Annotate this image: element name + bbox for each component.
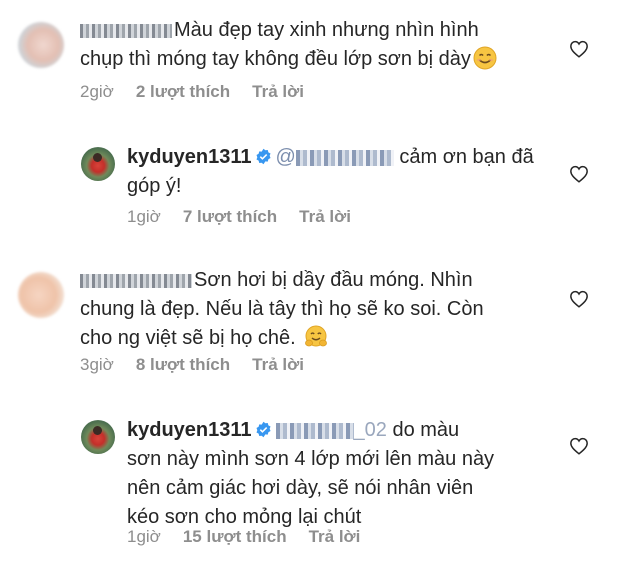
avatar[interactable] bbox=[81, 420, 115, 454]
comment-meta: 3giờ 8 lượt thích Trả lời bbox=[80, 355, 326, 375]
redacted-mention[interactable] bbox=[275, 422, 354, 439]
likes-count[interactable]: 8 lượt thích bbox=[136, 355, 230, 374]
comment-text: Màu đẹp tay xinh nhưng nhìn hình chụp th… bbox=[80, 16, 550, 74]
comment-meta: 1giờ 15 lượt thích Trả lời bbox=[127, 527, 382, 547]
mention-tail[interactable]: _02 bbox=[354, 419, 387, 441]
comment-text: Sơn hơi bị dầy đầu móng. Nhìn chung là đ… bbox=[80, 269, 484, 349]
mention[interactable]: @ bbox=[276, 146, 296, 168]
username[interactable]: kyduyen1311 bbox=[127, 146, 252, 168]
heart-outline-icon[interactable] bbox=[569, 290, 589, 308]
username[interactable]: kyduyen1311 bbox=[127, 419, 252, 441]
verified-badge-icon bbox=[256, 148, 271, 165]
heart-outline-icon[interactable] bbox=[569, 40, 589, 58]
avatar[interactable] bbox=[18, 22, 64, 68]
timestamp: 3giờ bbox=[80, 355, 114, 374]
hugging-face-emoji bbox=[304, 325, 327, 347]
reply-button[interactable]: Trả lời bbox=[309, 527, 361, 546]
heart-outline-icon[interactable] bbox=[569, 437, 589, 455]
timestamp: 2giờ bbox=[80, 82, 114, 101]
reply-button[interactable]: Trả lời bbox=[299, 207, 351, 226]
redacted-username[interactable] bbox=[80, 23, 172, 38]
comment-meta: 1giờ 7 lượt thích Trả lời bbox=[127, 207, 373, 227]
heart-outline-icon[interactable] bbox=[569, 165, 589, 183]
timestamp: 1giờ bbox=[127, 527, 161, 546]
reply-button[interactable]: Trả lời bbox=[252, 355, 304, 374]
avatar[interactable] bbox=[81, 147, 115, 181]
avatar[interactable] bbox=[18, 272, 64, 318]
smiling-face-emoji bbox=[473, 46, 497, 70]
comment-meta: 2giờ 2 lượt thích Trả lời bbox=[80, 82, 326, 102]
comment-text: kyduyen1311 _02 do màu sơn này mình sơn 4… bbox=[127, 419, 495, 528]
reply-button[interactable]: Trả lời bbox=[252, 82, 304, 101]
verified-badge-icon bbox=[256, 421, 271, 438]
redacted-username[interactable] bbox=[80, 273, 192, 288]
redacted-mention[interactable] bbox=[295, 149, 394, 166]
likes-count[interactable]: 15 lượt thích bbox=[183, 527, 287, 546]
likes-count[interactable]: 2 lượt thích bbox=[136, 82, 230, 101]
comment-text: kyduyen1311 @ cảm ơn bạn đã góp ý! bbox=[127, 146, 534, 197]
likes-count[interactable]: 7 lượt thích bbox=[183, 207, 277, 226]
timestamp: 1giờ bbox=[127, 207, 161, 226]
